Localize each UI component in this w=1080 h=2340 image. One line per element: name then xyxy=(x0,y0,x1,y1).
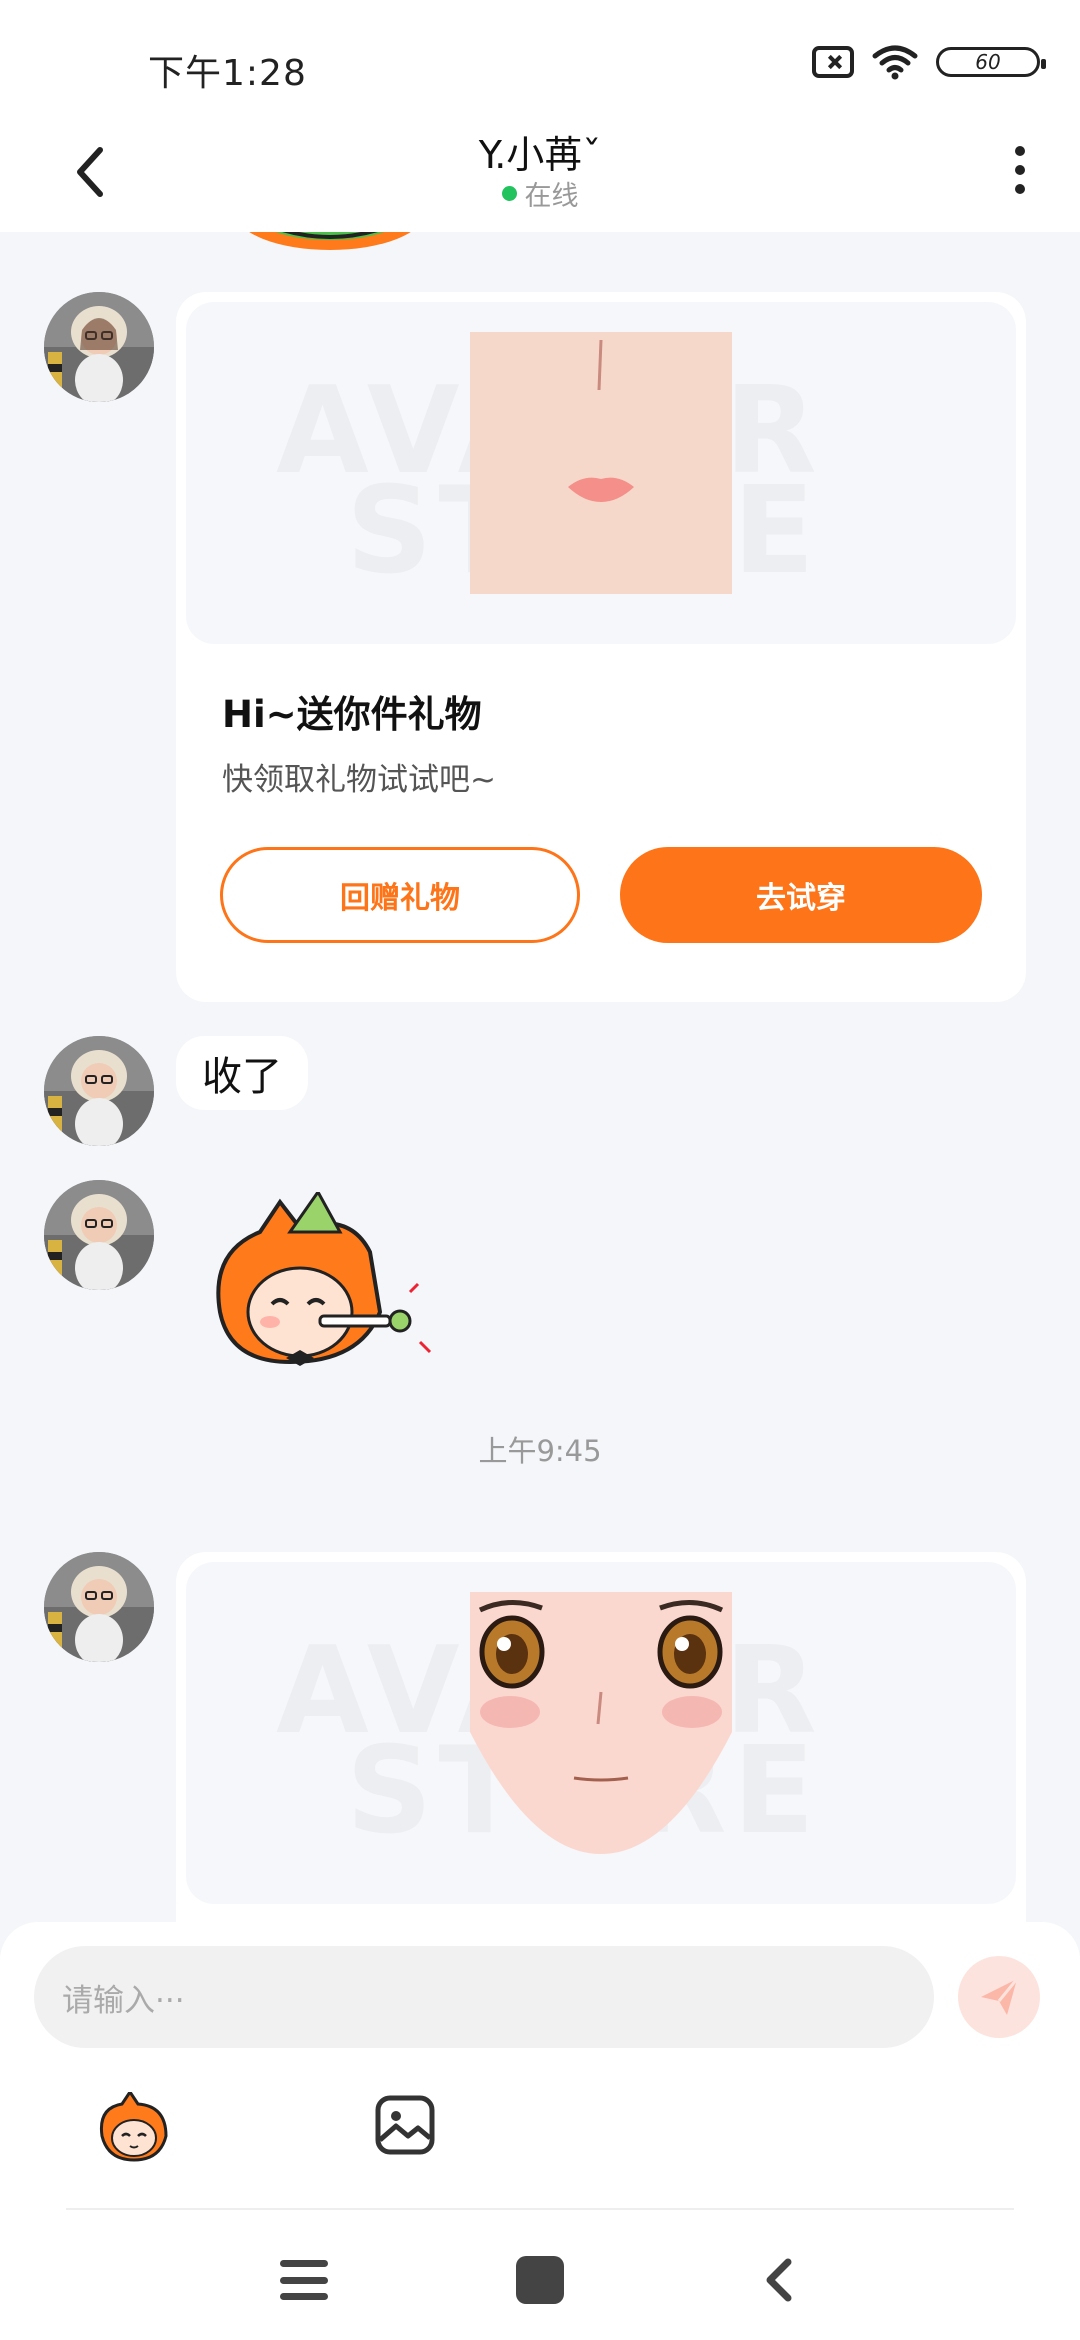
status-bar: 下午1:28 60 xyxy=(0,0,1080,120)
send-icon xyxy=(981,1978,1019,2015)
more-dot-icon xyxy=(1015,184,1025,194)
no-sim-icon xyxy=(812,46,854,78)
avatar-photo xyxy=(44,1180,154,1290)
online-status: 在线 xyxy=(0,174,1080,213)
avatar[interactable] xyxy=(44,1036,154,1146)
gift-preview-image[interactable]: AVATAR STORE xyxy=(186,1562,1016,1904)
avatar-photo xyxy=(44,292,154,402)
online-status-label: 在线 xyxy=(524,181,579,212)
mascot-sticker-icon[interactable] xyxy=(96,2092,172,2164)
party-mascot-sticker[interactable] xyxy=(200,1192,450,1392)
gift-card[interactable]: AVATAR STORE xyxy=(176,1552,1026,1922)
more-dot-icon xyxy=(1015,146,1025,156)
avatar-photo xyxy=(44,1552,154,1662)
gift-card-title: Hi~送你件礼物 xyxy=(222,693,482,736)
avatar-photo xyxy=(44,1036,154,1146)
anime-face-image xyxy=(470,1592,732,1854)
avatar[interactable] xyxy=(44,1180,154,1290)
face-nose-mouth-image xyxy=(470,332,732,594)
recents-button[interactable] xyxy=(280,2260,328,2300)
input-panel: 请输入··· xyxy=(0,1922,1080,2340)
chat-header: Y.小苒ˇ 在线 xyxy=(0,120,1080,232)
gift-card[interactable]: AVATAR STORE Hi~送你件礼物 快领取礼物试试吧~ 回赠礼物 去试穿 xyxy=(176,292,1026,1002)
send-button[interactable] xyxy=(958,1956,1040,2038)
battery-icon: 60 xyxy=(936,47,1046,77)
avatar[interactable] xyxy=(44,1552,154,1662)
sticker-partial xyxy=(249,232,411,250)
gift-card-subtitle: 快领取礼物试试吧~ xyxy=(222,762,496,798)
more-dot-icon xyxy=(1015,165,1025,175)
gift-preview-image[interactable]: AVATAR STORE xyxy=(186,302,1016,644)
more-options-button[interactable] xyxy=(1000,140,1040,200)
status-time: 下午1:28 xyxy=(148,53,307,94)
image-icon[interactable] xyxy=(374,2094,436,2156)
menu-line-icon xyxy=(280,2260,328,2267)
system-back-button[interactable] xyxy=(758,2256,798,2304)
menu-line-icon xyxy=(280,2293,328,2300)
message-timestamp: 上午9:45 xyxy=(478,1434,602,1468)
contact-name: Y.小苒ˇ xyxy=(478,133,602,177)
avatar[interactable] xyxy=(44,292,154,402)
message-input[interactable]: 请输入··· xyxy=(34,1946,934,2048)
system-nav-bar xyxy=(0,2242,1080,2322)
online-dot-icon xyxy=(501,186,517,201)
status-icons: 60 xyxy=(812,44,1046,80)
wifi-icon xyxy=(872,45,918,80)
text-message-bubble[interactable]: 收了 xyxy=(176,1036,308,1110)
try-on-button[interactable]: 去试穿 xyxy=(620,847,982,943)
menu-line-icon xyxy=(280,2276,328,2284)
chat-message-list[interactable]: AVATAR STORE Hi~送你件礼物 快领取礼物试试吧~ 回赠礼物 去试穿… xyxy=(0,232,1080,1922)
divider xyxy=(66,2208,1014,2210)
return-gift-button[interactable]: 回赠礼物 xyxy=(220,847,580,943)
home-button[interactable] xyxy=(516,2256,564,2304)
